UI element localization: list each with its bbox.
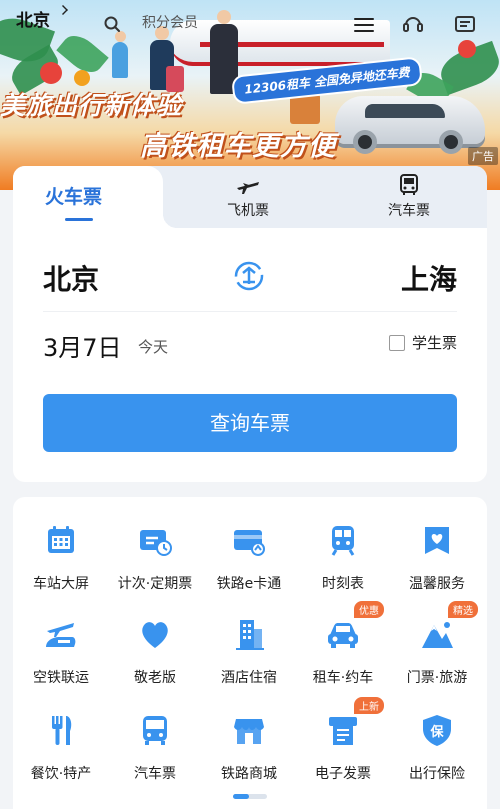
service-item[interactable]: 铁路商城	[202, 693, 296, 789]
search-tickets-button[interactable]: 查询车票	[43, 394, 457, 452]
arrival-city[interactable]: 上海	[401, 258, 457, 298]
service-label: 时刻表	[322, 576, 364, 592]
service-icon[interactable]	[402, 14, 424, 36]
service-item[interactable]: 汽车票	[108, 693, 202, 789]
fork-knife-icon	[52, 716, 72, 745]
mountain-icon	[422, 622, 453, 648]
service-label: 酒店住宿	[221, 670, 277, 686]
tab-bus[interactable]: 汽车票	[379, 174, 439, 222]
service-label: 租车·约车	[312, 670, 374, 686]
service-item[interactable]: 租车·约车 优惠	[296, 597, 390, 693]
service-item[interactable]: 酒店住宿	[202, 597, 296, 693]
service-label: 汽车票	[134, 766, 176, 782]
bus-icon	[400, 174, 418, 195]
service-item[interactable]: 温馨服务	[390, 503, 484, 599]
shop-icon	[234, 719, 264, 744]
student-ticket-toggle[interactable]: 学生票	[388, 332, 457, 353]
service-item[interactable]: 时刻表	[296, 503, 390, 599]
bus-front-icon	[143, 716, 167, 745]
tab-flight-label: 飞机票	[227, 203, 269, 219]
service-label: 计次·定期票	[117, 576, 193, 592]
ad-label: 广告	[468, 147, 498, 165]
airplane-icon	[237, 182, 259, 194]
service-label: 温馨服务	[409, 576, 465, 592]
service-item[interactable]: 计次·定期票	[108, 503, 202, 599]
service-label: 门票·旅游	[406, 670, 468, 686]
building-icon	[236, 620, 264, 650]
heart-icon	[142, 622, 168, 648]
car-illustration	[335, 96, 485, 154]
search-icon[interactable]	[104, 16, 120, 32]
car-icon	[328, 623, 358, 648]
heart-bag-icon	[425, 527, 449, 554]
swap-cities-icon[interactable]	[231, 258, 267, 294]
traveler-illustration	[112, 31, 128, 78]
chevron-down-icon[interactable]	[58, 5, 68, 15]
divider	[43, 311, 457, 312]
city-selector[interactable]: 北京	[16, 6, 50, 31]
service-label: 敬老版	[134, 670, 176, 686]
student-checkbox[interactable]	[388, 334, 405, 351]
svg-text:保: 保	[429, 724, 444, 740]
tab-flight[interactable]: 飞机票	[218, 174, 278, 222]
service-item[interactable]: 敬老版	[108, 597, 202, 693]
service-label: 铁路e卡通	[216, 576, 282, 592]
service-label: 电子发票	[315, 766, 371, 782]
ticket-search-card: 火车票 飞机票 汽车票 北京 上海 3月7日 今天 学生票 查询车票	[13, 166, 487, 482]
train-icon	[331, 526, 355, 556]
service-label: 出行保险	[409, 766, 465, 782]
student-ticket-label: 学生票	[411, 334, 457, 352]
calendar-icon	[48, 526, 74, 553]
service-item[interactable]: 电子发票 上新	[296, 693, 390, 789]
ticket-clock-icon	[140, 530, 172, 556]
service-badge: 优惠	[354, 601, 384, 618]
service-item[interactable]: 车站大屏	[14, 503, 108, 599]
banner-slogan-line2: 高铁租车更方便	[140, 131, 336, 162]
shield-icon: 保	[423, 715, 451, 746]
tab-active-indicator	[65, 218, 93, 221]
service-grid: 车站大屏 计次·定期票 铁路e卡通 时刻表 温馨服务空铁联运 敬老版 酒店住宿 租车·约车 优惠…	[13, 497, 487, 809]
top-bar: 北京 积分会员	[0, 0, 500, 46]
service-label: 空铁联运	[33, 670, 89, 686]
flower-decoration	[74, 70, 90, 86]
service-item[interactable]: 餐饮·特产	[14, 693, 108, 789]
service-item[interactable]: 铁路e卡通	[202, 503, 296, 599]
menu-icon[interactable]	[354, 18, 374, 32]
page-indicator	[233, 794, 267, 799]
service-item[interactable]: 门票·旅游 精选	[390, 597, 484, 693]
departure-city[interactable]: 北京	[43, 258, 99, 298]
message-icon[interactable]	[454, 14, 476, 36]
service-label: 车站大屏	[33, 576, 89, 592]
service-item[interactable]: 空铁联运	[14, 597, 108, 693]
service-label: 餐饮·特产	[30, 766, 92, 782]
plane-train-icon	[46, 623, 76, 647]
flower-decoration	[40, 62, 62, 84]
service-badge: 精选	[448, 601, 478, 618]
service-item[interactable]: 保出行保险	[390, 693, 484, 789]
service-label: 铁路商城	[221, 766, 277, 782]
invoice-icon	[329, 717, 357, 745]
search-input[interactable]: 积分会员	[142, 12, 198, 32]
ticket-tabs: 火车票 飞机票 汽车票	[13, 166, 487, 228]
date-hint: 今天	[138, 338, 169, 356]
banner-slogan-line1: 美旅出行新体验	[0, 91, 183, 120]
tab-train-label: 火车票	[45, 186, 103, 208]
tab-bus-label: 汽车票	[388, 203, 430, 219]
rail-card-icon	[234, 530, 265, 556]
luggage-illustration	[290, 94, 320, 124]
departure-date[interactable]: 3月7日	[43, 328, 122, 363]
tab-train[interactable]: 火车票	[13, 166, 177, 228]
service-badge: 上新	[354, 697, 384, 714]
